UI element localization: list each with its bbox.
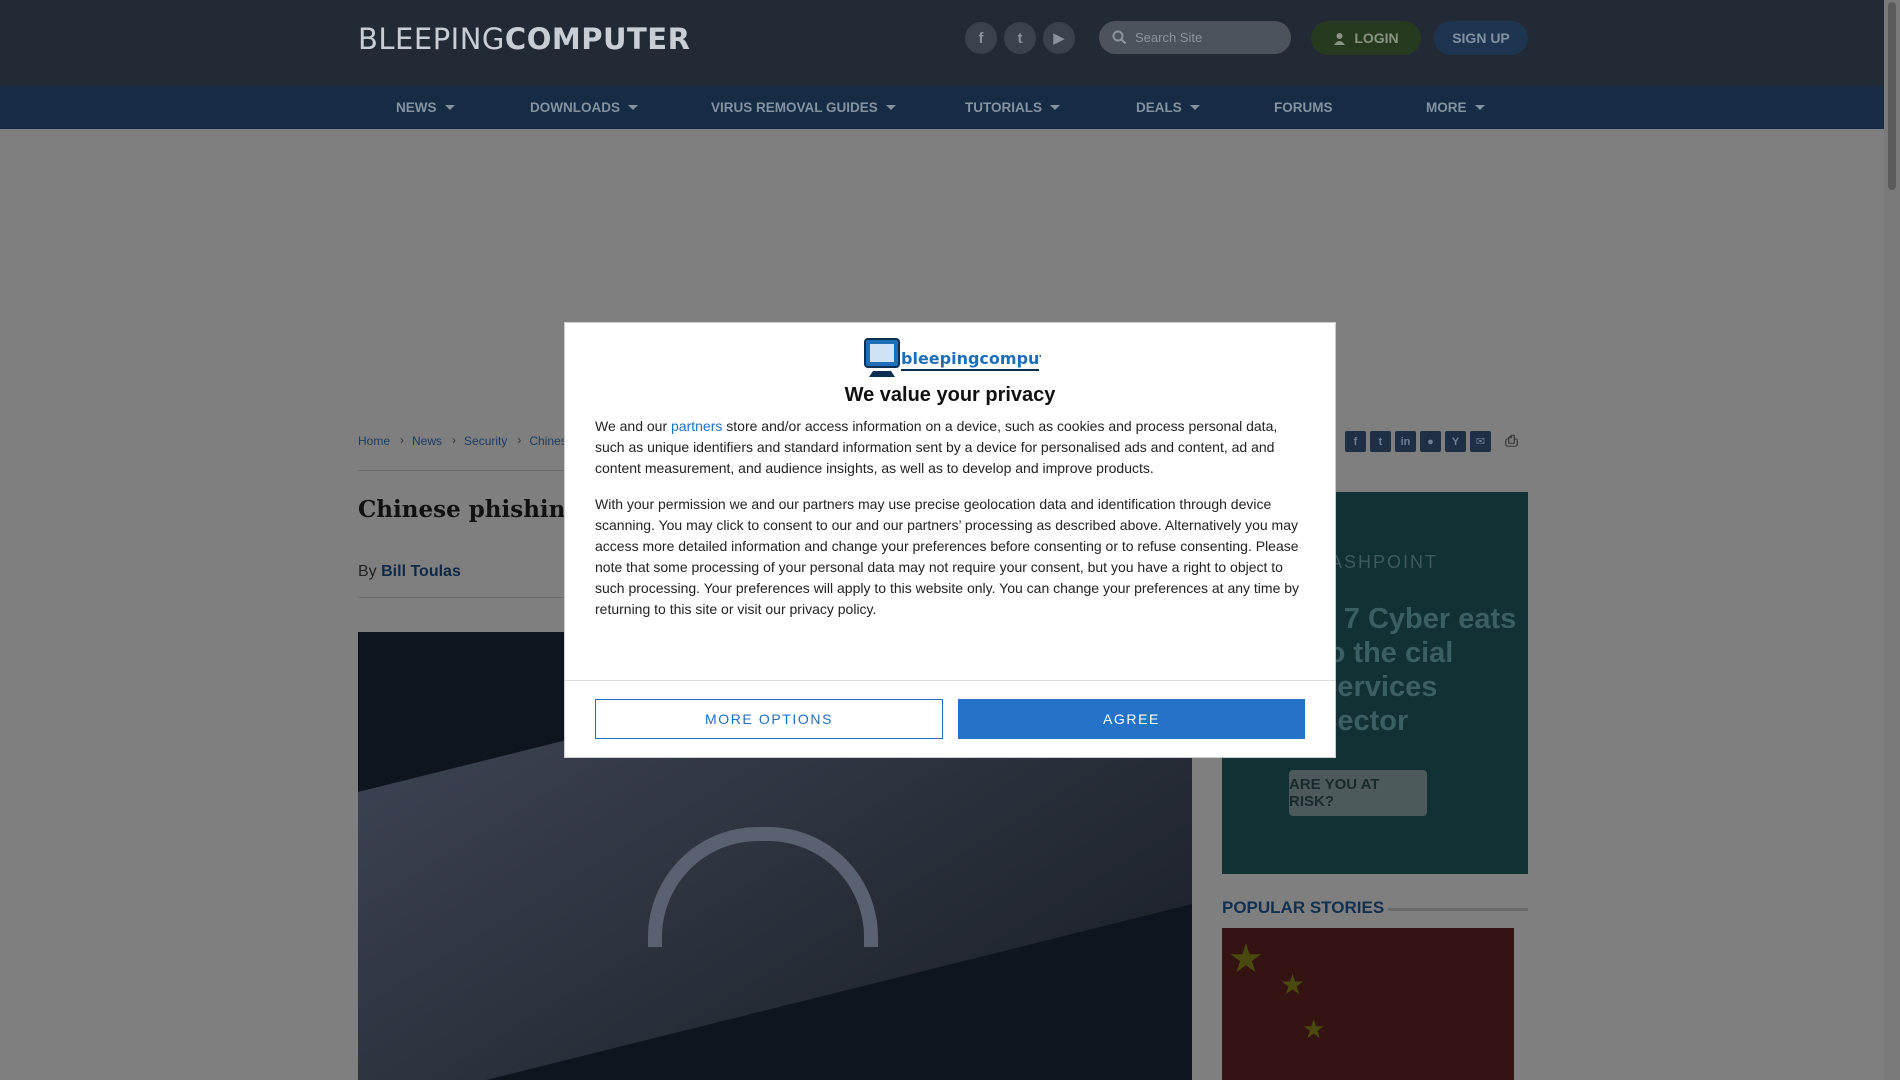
linkedin-share-icon[interactable]: in	[1395, 431, 1416, 452]
caret-down-icon	[1189, 105, 1200, 110]
breadcrumb-security[interactable]: Security	[464, 433, 522, 448]
divider	[1388, 908, 1528, 911]
login-label: LOGIN	[1354, 30, 1399, 46]
bleepingcomputer-logo: bleepingcomputer	[864, 338, 1041, 377]
main-nav: NEWS DOWNLOADS VIRUS REMOVAL GUIDES TUTO…	[0, 86, 1884, 129]
nav-item-news[interactable]: NEWS	[396, 86, 455, 129]
email-share-icon[interactable]: ✉	[1470, 431, 1491, 452]
nav-item-label: NEWS	[396, 100, 437, 115]
author-link[interactable]: Bill Toulas	[381, 563, 461, 580]
hackernews-share-icon[interactable]: Y	[1445, 431, 1466, 452]
signup-button[interactable]: SIGN UP	[1434, 21, 1528, 55]
nav-item-more[interactable]: MORE	[1426, 86, 1485, 129]
breadcrumb-news[interactable]: News	[412, 433, 456, 448]
caret-down-icon	[885, 105, 896, 110]
ad-brand: LASHPOINT	[1318, 552, 1439, 572]
logo-text-thin: BLEEPING	[358, 22, 505, 56]
svg-text:bleepingcomputer: bleepingcomputer	[901, 349, 1041, 368]
login-button[interactable]: LOGIN	[1311, 21, 1421, 55]
twitter-share-icon[interactable]: t	[1370, 431, 1391, 452]
dialog-title: We value your privacy	[844, 384, 1056, 406]
agree-button[interactable]: AGREE	[958, 699, 1305, 739]
ad-headline: o 7 Cyber eats to the cial Services Sect…	[1318, 603, 1517, 737]
reddit-share-icon[interactable]: ●	[1420, 431, 1441, 452]
search-input[interactable]: Search Site	[1099, 21, 1291, 54]
dialog-paragraph-1: We and our partners store and/or access …	[595, 416, 1307, 479]
scrollbar-thumb[interactable]	[1888, 2, 1896, 190]
nav-item-deals[interactable]: DEALS	[1136, 86, 1200, 129]
logo-text-bold: COMPUTER	[504, 22, 691, 56]
nav-item-downloads[interactable]: DOWNLOADS	[530, 86, 638, 129]
nav-item-label: DEALS	[1136, 100, 1182, 115]
user-icon	[1334, 32, 1346, 45]
search-icon	[1112, 30, 1127, 45]
facebook-icon[interactable]: f	[965, 22, 997, 54]
print-icon[interactable]: ⎙	[1501, 431, 1522, 452]
nav-item-tutorials[interactable]: TUTORIALS	[965, 86, 1060, 129]
breadcrumb: Home News Security Chines	[358, 433, 589, 448]
caret-down-icon	[1050, 105, 1060, 110]
twitter-icon[interactable]: t	[1004, 22, 1036, 54]
search-placeholder: Search Site	[1135, 30, 1203, 45]
breadcrumb-home[interactable]: Home	[358, 433, 404, 448]
dialog-paragraph-2: With your permission we and our partners…	[595, 496, 1300, 617]
partners-link[interactable]: partners	[671, 418, 722, 434]
star-shape: ★	[1280, 969, 1306, 1000]
byline-prefix: By	[358, 563, 377, 580]
popular-stories-heading: POPULAR STORIES	[1222, 898, 1385, 917]
site-header: BLEEPINGCOMPUTER f t ▶ Search Site LOGIN…	[0, 0, 1884, 86]
site-logo[interactable]: BLEEPINGCOMPUTER	[358, 22, 690, 56]
nav-item-label: TUTORIALS	[965, 100, 1042, 115]
caret-down-icon	[1474, 105, 1485, 110]
nav-item-label: DOWNLOADS	[530, 100, 620, 115]
more-options-button[interactable]: MORE OPTIONS	[595, 699, 943, 739]
nav-item-label: VIRUS REMOVAL GUIDES	[711, 100, 878, 115]
privacy-consent-dialog: bleepingcomputer We value your privacy W…	[565, 323, 1335, 757]
nav-item-label: MORE	[1426, 100, 1467, 115]
star-shape: ★	[1302, 1014, 1326, 1044]
nav-item-virus-removal-guides[interactable]: VIRUS REMOVAL GUIDES	[711, 86, 896, 129]
popular-story-image[interactable]: ★ ★ ★	[1222, 928, 1514, 1080]
caret-down-icon	[628, 105, 638, 110]
divider	[565, 680, 1335, 681]
facebook-share-icon[interactable]: f	[1345, 431, 1366, 452]
share-bar: f t in ● Y ✉ ⎙	[1345, 431, 1522, 452]
nav-item-label: FORUMS	[1274, 100, 1333, 115]
breadcrumb-current: Chines	[529, 434, 567, 448]
byline: By Bill Toulas	[358, 563, 461, 581]
caret-down-icon	[444, 105, 455, 110]
dialog-text: We and our	[595, 418, 672, 434]
youtube-icon[interactable]: ▶	[1043, 22, 1075, 54]
ad-cta-button[interactable]: ARE YOU AT RISK?	[1289, 770, 1427, 816]
page-scrollbar[interactable]	[1884, 0, 1900, 1080]
nav-item-forums[interactable]: FORUMS	[1274, 86, 1333, 129]
star-shape: ★	[1228, 937, 1264, 981]
